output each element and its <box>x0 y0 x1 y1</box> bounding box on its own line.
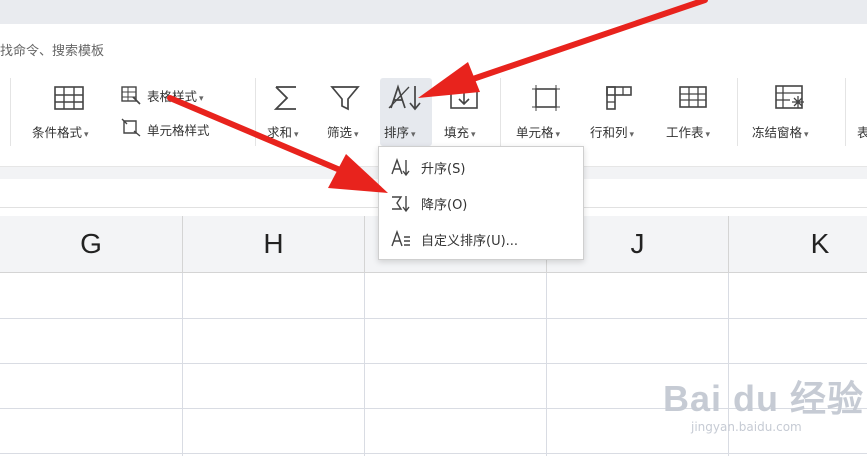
baidu-jingyan-watermark: Bai du 经验 jingyan.baidu.com <box>663 378 865 434</box>
red-arrow-to-sort-button <box>418 0 708 98</box>
red-arrow-to-descending-item <box>167 95 388 193</box>
